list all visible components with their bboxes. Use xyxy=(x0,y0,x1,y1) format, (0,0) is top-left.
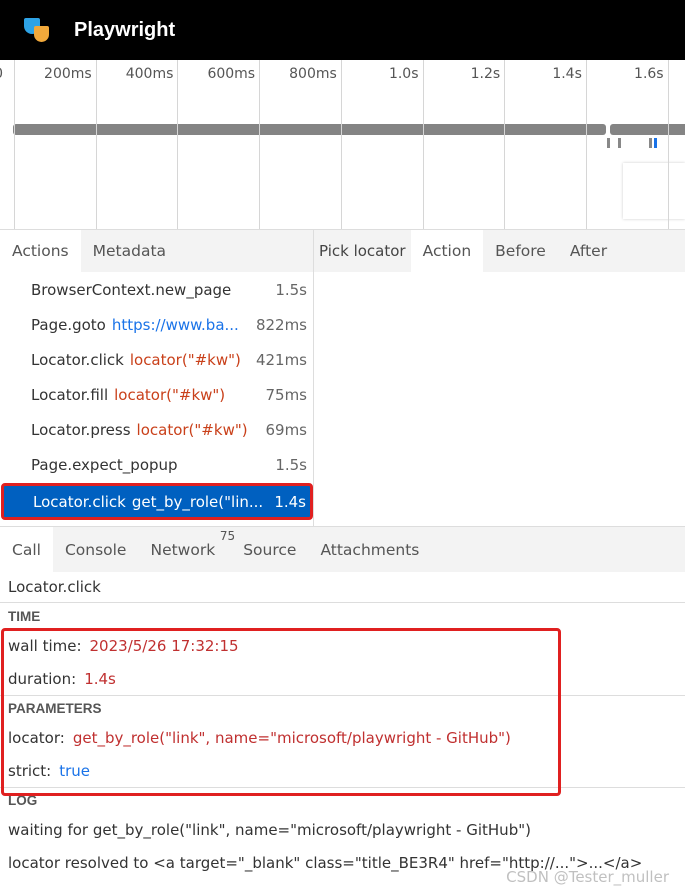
timeline-gridline xyxy=(177,60,179,229)
action-item[interactable]: Page.expect_popup 1.5s xyxy=(0,447,313,482)
action-arg: locator("#kw") xyxy=(129,350,241,369)
timeline-bar xyxy=(610,124,685,135)
parameters-section-header: PARAMETERS xyxy=(0,695,685,721)
action-arg: locator("#kw") xyxy=(114,385,226,404)
playwright-logo-icon xyxy=(24,16,52,44)
tab-call[interactable]: Call xyxy=(0,527,53,572)
duration-label: duration: xyxy=(8,669,77,688)
timeline-gridline xyxy=(667,60,669,229)
timeline-bar xyxy=(13,124,606,135)
action-name: Page.goto xyxy=(31,315,106,334)
timeline-tick-label: 1.2s xyxy=(470,66,501,82)
tab-network-label: Network xyxy=(150,540,216,559)
action-item[interactable]: Locator.press locator("#kw") 69ms xyxy=(0,412,313,447)
timeline-gridline xyxy=(422,60,424,229)
action-duration: 1.5s xyxy=(275,455,307,474)
action-duration: 1.5s xyxy=(275,280,307,299)
tab-network[interactable]: Network 75 xyxy=(138,527,235,572)
action-item[interactable]: Locator.fill locator("#kw") 75ms xyxy=(0,377,313,412)
timeline-tick-label: 800ms xyxy=(289,66,337,82)
timeline-gridline xyxy=(259,60,261,229)
action-item[interactable]: Locator.click locator("#kw") 421ms xyxy=(0,342,313,377)
action-name: Locator.click xyxy=(31,350,124,369)
action-duration: 75ms xyxy=(265,385,307,404)
timeline-marker xyxy=(649,138,652,148)
timeline-tick-label: 200ms xyxy=(44,66,92,82)
action-arg: get_by_role("lin... xyxy=(131,492,264,511)
action-name: Page.expect_popup xyxy=(31,455,178,474)
strict-param-row: strict: true xyxy=(0,754,685,787)
action-duration: 1.4s xyxy=(274,492,306,511)
action-item[interactable]: Page.goto https://www.ba... 822ms xyxy=(0,307,313,342)
strict-label: strict: xyxy=(8,761,52,780)
time-section-header: TIME xyxy=(8,608,41,624)
log-line: waiting for get_by_role("link", name="mi… xyxy=(8,820,531,839)
watermark: CSDN @Tester_muller xyxy=(506,868,669,886)
strict-value: true xyxy=(59,761,91,780)
wall-time-label: wall time: xyxy=(8,636,82,655)
action-arg: locator("#kw") xyxy=(136,420,248,439)
action-name: Locator.fill xyxy=(31,385,109,404)
action-name: BrowserContext.new_page xyxy=(31,280,232,299)
timeline-marker-selected xyxy=(654,138,657,148)
action-item[interactable]: Locator.click get_by_role("lin... 1.4s xyxy=(1,483,313,520)
action-name: Locator.press xyxy=(31,420,131,439)
tab-attachments[interactable]: Attachments xyxy=(308,527,431,572)
actions-panel: Actions Metadata BrowserContext.new_page… xyxy=(0,230,314,526)
action-duration: 69ms xyxy=(265,420,307,439)
wall-time-value: 2023/5/26 17:32:15 xyxy=(89,636,239,655)
action-item[interactable]: BrowserContext.new_page 1.5s xyxy=(0,272,313,307)
timeline-gridline xyxy=(504,60,506,229)
pick-locator-button[interactable]: Pick locator xyxy=(314,230,411,272)
tab-source[interactable]: Source xyxy=(231,527,308,572)
timeline-gridline xyxy=(95,60,97,229)
tab-actions[interactable]: Actions xyxy=(0,230,81,272)
timeline-tick-label: 400ms xyxy=(125,66,174,82)
tab-before[interactable]: Before xyxy=(483,230,558,272)
tab-metadata[interactable]: Metadata xyxy=(81,230,178,272)
tab-console[interactable]: Console xyxy=(53,527,139,572)
timeline-tick-label: 600ms xyxy=(207,66,256,82)
timeline-tick-label: 1.4s xyxy=(552,66,582,82)
duration-row: duration: 1.4s xyxy=(0,662,685,695)
call-title: Locator.click xyxy=(0,572,685,603)
duration-value: 1.4s xyxy=(84,669,116,688)
app-header: Playwright xyxy=(0,0,685,60)
timeline-gridline xyxy=(585,60,587,229)
timeline-gridline xyxy=(14,60,15,229)
app-title: Playwright xyxy=(74,18,176,41)
snapshot-panel: Pick locator Action Before After xyxy=(314,230,685,526)
locator-param-row: locator: get_by_role("link", name="micros… xyxy=(0,721,685,754)
wall-time-row: wall time: 2023/5/26 17:32:15 xyxy=(0,629,685,662)
timeline-tick-label: 1.0s xyxy=(388,66,419,82)
timeline-gridline xyxy=(340,60,342,229)
timeline-marker xyxy=(618,138,621,148)
timeline-tick-label: 1.6s xyxy=(634,66,664,82)
action-name: Locator.click xyxy=(33,492,126,511)
timeline-tick-label: 0 xyxy=(0,66,3,82)
snapshot-popover xyxy=(623,163,685,219)
locator-value: get_by_role("link", name="microsoft/play… xyxy=(72,728,511,747)
action-duration: 822ms xyxy=(255,315,307,334)
timeline[interactable]: 0 200ms 400ms 600ms 800ms 1.0s 1.2s 1.4s 1.6s xyxy=(0,60,685,230)
log-section-header: LOG xyxy=(0,787,685,813)
action-arg: https://www.ba... xyxy=(111,315,239,334)
action-duration: 421ms xyxy=(255,350,307,369)
locator-label: locator: xyxy=(8,728,65,747)
tab-after[interactable]: After xyxy=(558,230,619,272)
timeline-marker xyxy=(607,138,610,148)
tab-action[interactable]: Action xyxy=(410,230,484,272)
